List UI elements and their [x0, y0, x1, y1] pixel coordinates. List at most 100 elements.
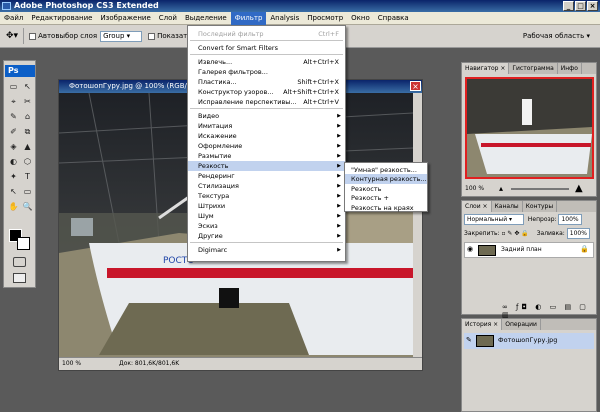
tool-icon-8[interactable]: ◈ — [7, 141, 20, 152]
filter-menu-item[interactable]: Искажение ▶ — [188, 131, 345, 141]
tool-icon-0[interactable]: ▭ — [7, 81, 20, 92]
lock-icons[interactable]: ▫ ✎ ✥ 🔒 — [501, 230, 528, 237]
tool-icon-10[interactable]: ◐ — [7, 156, 20, 167]
lock-label: Закрепить: — [464, 230, 500, 237]
menu-9[interactable]: Справка — [374, 12, 413, 25]
zoom-in-icon[interactable]: ▲ — [575, 183, 583, 195]
submenu-arrow-icon: ▶ — [337, 183, 341, 189]
navigator-panel: Навигатор × Гистограмма Инфо 100 % ▴ ▲ — [461, 62, 597, 197]
panel-tab[interactable]: Слои × — [462, 201, 492, 212]
fill-field[interactable]: 100% — [566, 228, 590, 239]
filter-menu-item[interactable]: Другие ▶ — [188, 231, 345, 241]
filter-menu-item[interactable]: Штрихи ▶ — [188, 201, 345, 211]
workspace-button[interactable]: Рабочая область ▾ — [523, 32, 590, 40]
filter-menu-item-label: Конструктор узоров... — [198, 88, 274, 96]
document-close-icon[interactable]: × — [410, 81, 421, 91]
tool-icon-11[interactable]: ⬡ — [21, 156, 34, 167]
tool-icon-9[interactable]: ▲ — [21, 141, 34, 152]
filter-menu-item[interactable]: Текстура ▶ — [188, 191, 345, 201]
menu-4[interactable]: Выделение — [181, 12, 231, 25]
zoom-value[interactable]: 100 % — [62, 358, 81, 370]
auto-select-checkbox[interactable] — [29, 32, 37, 40]
filter-menu-item[interactable]: Рендеринг ▶ — [188, 171, 345, 181]
screen-mode-icon[interactable] — [13, 273, 26, 283]
menu-1[interactable]: Редактирование — [27, 12, 96, 25]
move-tool-icon[interactable]: ✥▾ — [6, 31, 18, 41]
tool-icon-6[interactable]: ✐ — [7, 126, 20, 137]
filter-menu-item[interactable]: Видео ▶ — [188, 111, 345, 121]
filter-menu-item[interactable]: Пластика... Shift+Ctrl+X — [188, 77, 345, 87]
minimize-button[interactable]: _ — [563, 1, 574, 11]
filter-menu-item[interactable]: Стилизация ▶ — [188, 181, 345, 191]
filter-menu-item[interactable]: Digimarc ▶ — [188, 245, 345, 255]
layer-row[interactable]: ◉ Задний план 🔒 — [464, 242, 594, 258]
zoom-slider[interactable] — [511, 188, 569, 190]
tool-icon-4[interactable]: ✎ — [7, 111, 20, 122]
filter-menu-item-label: Пластика... — [198, 78, 237, 86]
menu-3[interactable]: Слой — [155, 12, 181, 25]
filter-menu-item[interactable]: Эскиз ▶ — [188, 221, 345, 231]
menu-0[interactable]: Файл — [0, 12, 27, 25]
menu-2[interactable]: Изображение — [96, 12, 154, 25]
filter-menu-item[interactable]: Резкость ▶ — [188, 161, 345, 171]
blend-mode-select[interactable]: Нормальный ▾ — [464, 214, 524, 225]
maximize-button[interactable]: □ — [575, 1, 586, 11]
filter-menu-item[interactable]: Последний фильтр Ctrl+F — [188, 29, 345, 39]
filter-menu-item-label: Текстура — [198, 192, 230, 200]
filter-menu-item[interactable]: Размытие ▶ — [188, 151, 345, 161]
submenu-arrow-icon: ▶ — [337, 193, 341, 199]
tool-icon-15[interactable]: ▭ — [21, 186, 34, 197]
filter-menu-item[interactable]: Конструктор узоров... Alt+Shift+Ctrl+X — [188, 87, 345, 97]
history-snapshot[interactable]: ✎ ФотошопГуру.jpg — [464, 333, 594, 349]
quick-mask-icon[interactable] — [13, 257, 26, 267]
menu-6[interactable]: Analysis — [266, 12, 303, 25]
filter-menu-item[interactable]: Оформление ▶ — [188, 141, 345, 151]
submenu-arrow-icon: ▶ — [337, 113, 341, 119]
panel-tab[interactable]: Инфо — [558, 63, 582, 74]
eye-icon[interactable]: ◉ — [467, 245, 473, 253]
menu-5[interactable]: Фильтр — [230, 11, 267, 25]
panel-tab[interactable]: Навигатор × — [462, 63, 510, 74]
shortcut-label: Alt+Shift+Ctrl+X — [283, 88, 339, 96]
tool-icon-2[interactable]: ⌖ — [7, 96, 20, 107]
filter-menu-item[interactable]: Имитация ▶ — [188, 121, 345, 131]
layer-lock-icon: 🔒 — [580, 245, 589, 253]
layers-footer-icons[interactable]: ∞ ƒ◘ ◐ ▭ ▤ ▢ ▥ — [502, 303, 594, 319]
tool-icon-7[interactable]: ⧉ — [21, 126, 34, 137]
filter-menu-item[interactable]: Convert for Smart Filters — [188, 43, 345, 53]
tool-icon-5[interactable]: ⌂ — [21, 111, 34, 122]
tool-icon-14[interactable]: ↖ — [7, 186, 20, 197]
fill-label: Заливка: — [536, 230, 565, 237]
panel-tab[interactable]: Каналы — [492, 201, 523, 212]
panel-tab[interactable]: История × — [462, 319, 503, 330]
tool-icon-12[interactable]: ✦ — [7, 171, 20, 182]
menu-8[interactable]: Окно — [347, 12, 374, 25]
show-transform-checkbox[interactable] — [148, 32, 156, 40]
sharpen-submenu-item[interactable]: Резкость на краях — [345, 203, 427, 213]
zoom-out-icon[interactable]: ▴ — [499, 183, 503, 195]
tool-icon-16[interactable]: ✋ — [7, 201, 20, 212]
tool-icon-1[interactable]: ↖ — [21, 81, 34, 92]
auto-select-dropdown[interactable]: Group ▾ — [100, 30, 143, 42]
close-button[interactable]: × — [587, 1, 598, 11]
menu-7[interactable]: Просмотр — [303, 12, 347, 25]
filter-menu-item-label: Рендеринг — [198, 172, 235, 180]
tool-icon-13[interactable]: T — [21, 171, 34, 182]
opacity-field[interactable]: 100% — [558, 214, 582, 225]
panel-tab[interactable]: Гистограмма — [509, 63, 558, 74]
background-color-swatch[interactable] — [17, 237, 30, 250]
filter-menu-item[interactable]: Извлечь... Alt+Ctrl+X — [188, 57, 345, 67]
tool-icon-17[interactable]: 🔍 — [21, 201, 34, 212]
filter-menu-item-label: Видео — [198, 112, 220, 120]
tool-icon-3[interactable]: ✂ — [21, 96, 34, 107]
panel-tab[interactable]: Контуры — [523, 201, 558, 212]
filter-menu-item[interactable]: Исправление перспективы... Alt+Ctrl+V — [188, 97, 345, 107]
filter-menu-item-label: Искажение — [198, 132, 237, 140]
filter-menu-item[interactable]: Шум ▶ — [188, 211, 345, 221]
layers-panel: Слои × Каналы Контуры Нормальный ▾ Непрозр… — [461, 200, 597, 319]
document-status-bar: 100 % Док: 801,6K/801,6K — [59, 357, 422, 370]
navigator-preview[interactable] — [465, 77, 594, 179]
panel-tab[interactable]: Операции — [502, 319, 541, 330]
navigator-zoom[interactable]: 100 % — [465, 185, 484, 192]
filter-menu-item[interactable]: Галерея фильтров... — [188, 67, 345, 77]
